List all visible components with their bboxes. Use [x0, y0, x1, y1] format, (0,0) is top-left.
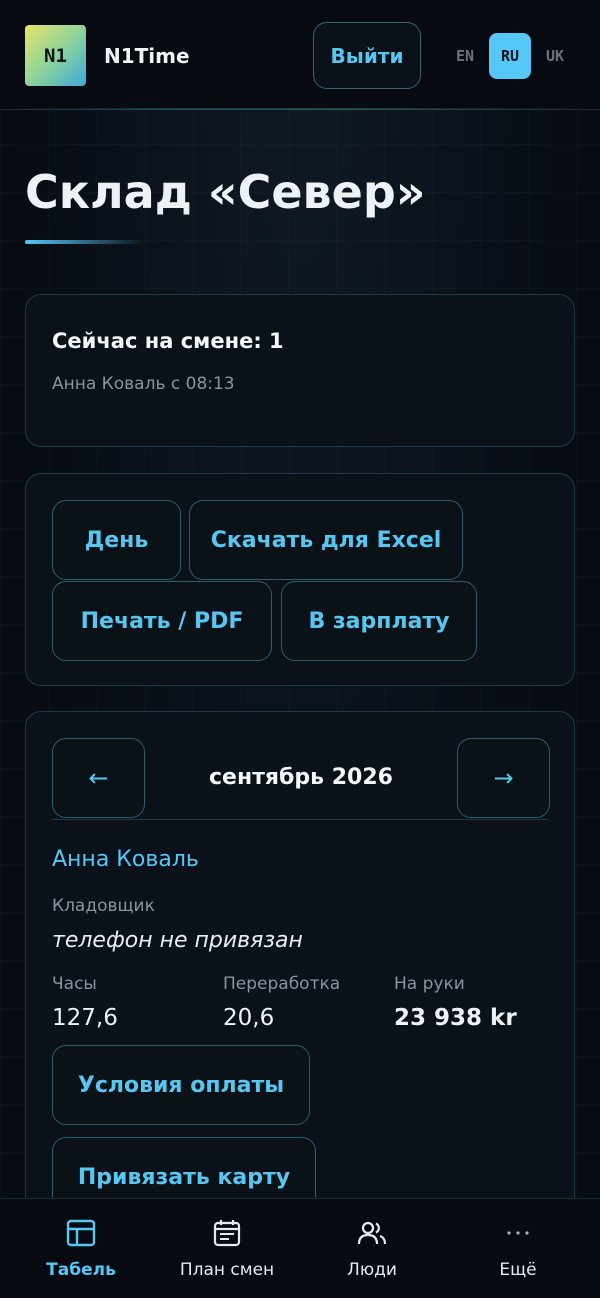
tab-shift-plan[interactable]: План смен [152, 1199, 302, 1298]
lang-uk-button[interactable]: UK [536, 33, 574, 79]
net-pay-label: На руки [394, 974, 465, 994]
calendar-icon [213, 1220, 241, 1247]
hours-value: 127,6 [52, 1005, 118, 1031]
page-title: Склад «Север» [25, 165, 426, 219]
app-logo[interactable]: N1 [25, 25, 86, 86]
overtime-label: Переработка [223, 974, 341, 994]
tab-people[interactable]: Люди [297, 1199, 447, 1298]
next-month-button[interactable]: → [457, 738, 550, 818]
payroll-button[interactable]: В зарплату [281, 581, 477, 661]
lang-ru-button[interactable]: RU [489, 33, 531, 79]
logout-button[interactable]: Выйти [313, 22, 421, 89]
page: N1 N1Time Выйти EN RU UK Склад «Север» С… [0, 0, 600, 1298]
hours-label: Часы [52, 974, 97, 994]
table-icon [66, 1219, 96, 1247]
tab-more[interactable]: Ещё [443, 1199, 593, 1298]
day-button[interactable]: День [52, 500, 181, 580]
tab-label: Люди [347, 1260, 397, 1280]
month-card: ← сентябрь 2026 → Анна Коваль Кладовщик … [25, 711, 575, 1231]
employee-phone: телефон не привязан [52, 928, 303, 953]
more-icon [507, 1231, 529, 1235]
logo-text: N1 [44, 44, 67, 67]
app-header: N1 N1Time Выйти EN RU UK [0, 0, 600, 110]
tab-timesheet[interactable]: Табель [6, 1199, 156, 1298]
net-pay-value: 23 938 kr [394, 1005, 517, 1031]
employee-role: Кладовщик [52, 896, 155, 916]
divider [52, 819, 548, 820]
actions-card: День Скачать для Excel Печать / PDF В за… [25, 473, 575, 686]
prev-month-button[interactable]: ← [52, 738, 145, 818]
app-name: N1Time [104, 44, 190, 68]
pay-terms-button[interactable]: Условия оплаты [52, 1045, 310, 1125]
employee-name-link[interactable]: Анна Коваль [52, 847, 199, 872]
excel-download-button[interactable]: Скачать для Excel [189, 500, 463, 580]
bottom-nav: Табель План смен Люди Ещё [0, 1198, 600, 1298]
tab-label: Табель [46, 1260, 116, 1280]
overtime-value: 20,6 [223, 1005, 275, 1031]
on-shift-title: Сейчас на смене: 1 [52, 329, 284, 353]
tab-label: План смен [179, 1260, 275, 1280]
title-underline [25, 240, 145, 244]
on-shift-card: Сейчас на смене: 1 Анна Коваль с 08:13 [25, 294, 575, 447]
tab-label: Ещё [499, 1260, 537, 1280]
lang-en-button[interactable]: EN [446, 33, 484, 79]
people-icon [357, 1221, 387, 1245]
month-label: сентябрь 2026 [209, 765, 393, 790]
print-pdf-button[interactable]: Печать / PDF [52, 581, 272, 661]
on-shift-person: Анна Коваль с 08:13 [52, 374, 235, 394]
